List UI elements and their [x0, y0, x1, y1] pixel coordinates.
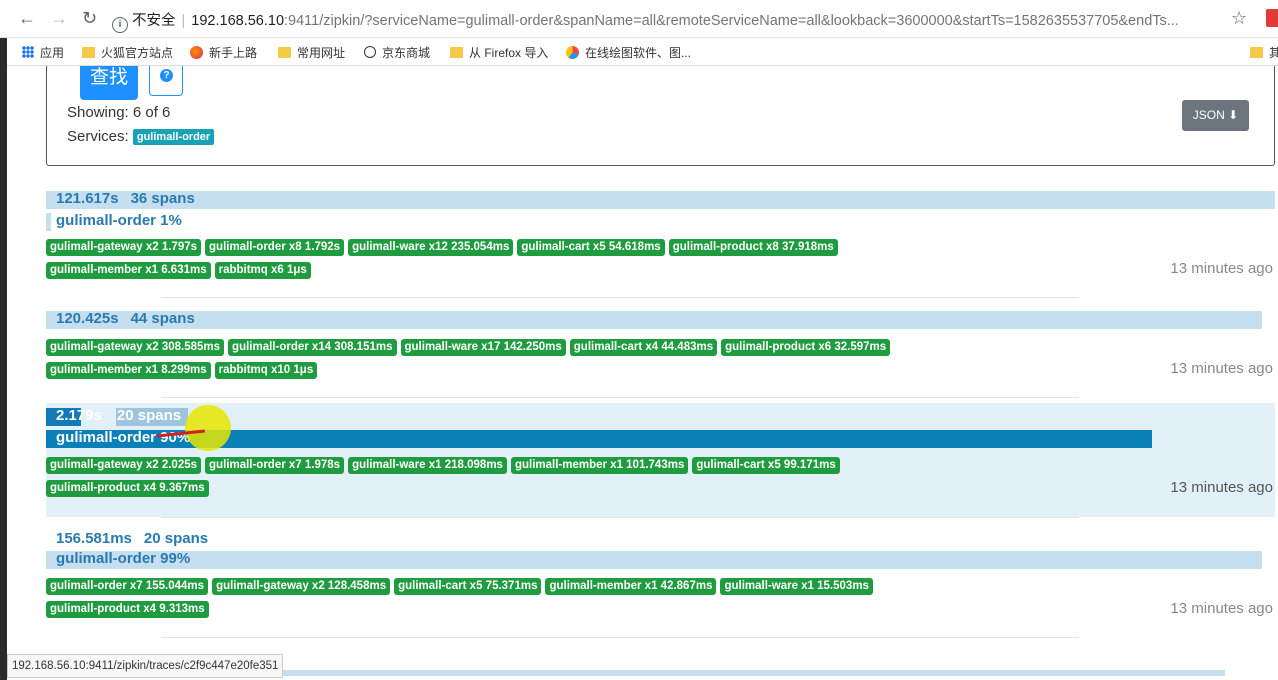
trace-header: 120.425s 44 spans — [56, 310, 195, 327]
span-badge: gulimall-product x4 9.313ms — [46, 601, 209, 618]
question-icon: ? — [160, 69, 173, 82]
span-badge: gulimall-member x1 6.631ms — [46, 262, 211, 279]
span-badge: gulimall-ware x1 218.098ms — [348, 457, 507, 474]
trace-header: 121.617s 36 spans — [56, 190, 195, 207]
folder-icon — [82, 47, 95, 58]
bookmark-other[interactable]: 其 — [1250, 44, 1278, 61]
divider — [161, 517, 1079, 518]
span-badge: rabbitmq x6 1μs — [214, 262, 311, 279]
span-badges-row: gulimall-member x1 6.631ms rabbitmq x6 1μ… — [46, 262, 315, 279]
span-badge: gulimall-cart x5 75.371ms — [394, 578, 542, 595]
span-badge: gulimall-member x1 8.299ms — [46, 362, 211, 379]
folder-icon — [278, 47, 291, 58]
reload-button[interactable]: ↻ — [82, 8, 97, 28]
trace-item-hovered[interactable]: 2.179s 20 spans gulimall-order 90% gulima… — [46, 403, 1275, 519]
address-bar[interactable]: i 不安全 | 192.168.56.10:9411/zipkin/?serviceN… — [112, 9, 1222, 33]
span-badge: gulimall-ware x12 235.054ms — [348, 239, 514, 256]
span-badge: gulimall-gateway x2 128.458ms — [212, 578, 391, 595]
span-badge: gulimall-cart x5 99.171ms — [692, 457, 840, 474]
trace-item[interactable]: 156.581ms 20 spans gulimall-order 99% gul… — [46, 530, 1275, 640]
span-badge: gulimall-order x14 308.151ms — [228, 339, 397, 356]
bookmark-firefox-site[interactable]: 火狐官方站点 — [82, 44, 173, 61]
span-badges-row: gulimall-product x4 9.313ms — [46, 601, 213, 618]
span-badge: gulimall-product x4 9.367ms — [46, 480, 209, 497]
bookmarks-bar: 应用 火狐官方站点 新手上路 常用网址 京东商城 从 Firefox 导入 在线… — [0, 38, 1278, 66]
span-badges-row: gulimall-gateway x2 2.025s gulimall-order… — [46, 457, 844, 474]
next-trace-bar — [240, 670, 1225, 676]
bookmark-jd[interactable]: 京东商城 — [364, 44, 430, 61]
divider — [161, 297, 1079, 298]
mouse-cursor-highlight — [185, 405, 231, 451]
trace-header: 2.179s 20 spans — [56, 407, 182, 424]
security-label: 不安全 — [132, 13, 176, 29]
trace-timestamp: 13 minutes ago — [1170, 260, 1273, 277]
forward-button[interactable]: → — [50, 8, 68, 28]
firefox-icon — [190, 46, 203, 59]
span-badge: rabbitmq x10 1μs — [214, 362, 318, 379]
span-badges-row: gulimall-member x1 8.299ms rabbitmq x10 1… — [46, 362, 321, 379]
trace-timestamp: 13 minutes ago — [1170, 360, 1273, 377]
span-badges-row: gulimall-product x4 9.367ms — [46, 480, 213, 497]
span-badge: gulimall-order x7 155.044ms — [46, 578, 209, 595]
trace-timestamp: 13 minutes ago — [1170, 479, 1273, 496]
back-button[interactable]: ← — [18, 8, 36, 28]
service-percentage: gulimall-order 99% — [56, 550, 191, 567]
span-badge: gulimall-member x1 101.743ms — [510, 457, 689, 474]
extension-icon[interactable] — [1266, 9, 1278, 27]
service-percentage: gulimall-order 90% — [56, 429, 191, 446]
service-bar — [46, 551, 1262, 569]
folder-icon — [1250, 47, 1263, 58]
trace-header: 156.581ms 20 spans — [56, 530, 209, 547]
span-badge: gulimall-ware x1 15.503ms — [720, 578, 873, 595]
span-badge: gulimall-gateway x2 2.025s — [46, 457, 202, 474]
duration-bar — [46, 191, 1275, 209]
showing-count: Showing: 6 of 6 — [67, 104, 171, 121]
drawing-app-icon — [566, 46, 579, 59]
span-badge: gulimall-gateway x2 308.585ms — [46, 339, 225, 356]
info-icon[interactable]: i — [112, 17, 128, 33]
divider — [161, 637, 1079, 638]
trace-timestamp: 13 minutes ago — [1170, 600, 1273, 617]
search-button[interactable]: 查找 — [80, 66, 138, 100]
left-window-edge — [0, 38, 7, 680]
url-host: 192.168.56.10 — [191, 13, 285, 29]
span-badges-row: gulimall-gateway x2 1.797s gulimall-order… — [46, 239, 842, 256]
service-bar — [46, 213, 51, 231]
help-button[interactable]: ? — [149, 66, 183, 96]
span-badge: gulimall-cart x4 44.483ms — [569, 339, 718, 356]
globe-icon — [364, 46, 376, 58]
apps-grid-icon — [22, 46, 34, 58]
span-badges-row: gulimall-gateway x2 308.585ms gulimall-or… — [46, 339, 894, 356]
service-badge[interactable]: gulimall-order — [132, 129, 215, 145]
folder-icon — [450, 47, 463, 58]
bookmark-drawing[interactable]: 在线绘图软件、图... — [566, 44, 691, 61]
span-badge: gulimall-ware x17 142.250ms — [400, 339, 566, 356]
json-download-button[interactable]: JSON ⬇ — [1182, 100, 1249, 131]
span-badge: gulimall-member x1 42.867ms — [545, 578, 717, 595]
span-badge: gulimall-order x7 1.978s — [205, 457, 345, 474]
search-panel — [46, 66, 1275, 166]
bookmark-star-icon[interactable]: ☆ — [1231, 8, 1247, 29]
trace-item[interactable]: 121.617s 36 spans gulimall-order 1% gulim… — [46, 190, 1275, 300]
span-badge: gulimall-product x8 37.918ms — [668, 239, 838, 256]
span-badge: gulimall-gateway x2 1.797s — [46, 239, 202, 256]
browser-toolbar: ← → ↻ i 不安全 | 192.168.56.10:9411/zipkin/?se… — [0, 0, 1278, 38]
span-badge: gulimall-order x8 1.792s — [205, 239, 345, 256]
bookmark-getting-started[interactable]: 新手上路 — [190, 44, 257, 61]
bookmark-firefox-import[interactable]: 从 Firefox 导入 — [450, 44, 548, 61]
span-badge: gulimall-product x6 32.597ms — [721, 339, 891, 356]
services-filter: Services: gulimall-order — [67, 128, 215, 145]
bookmark-common-sites[interactable]: 常用网址 — [278, 44, 345, 61]
download-icon: ⬇ — [1228, 108, 1239, 122]
divider — [161, 397, 1079, 398]
url-path: :9411/zipkin/?serviceName=gulimall-order… — [284, 13, 1179, 29]
duration-bar — [46, 311, 1262, 329]
span-badges-row: gulimall-order x7 155.044ms gulimall-gate… — [46, 578, 877, 595]
span-badge: gulimall-cart x5 54.618ms — [517, 239, 665, 256]
zipkin-page: 查找 ? Showing: 6 of 6 Services: gulimall-… — [7, 66, 1278, 680]
bookmark-apps[interactable]: 应用 — [22, 44, 64, 61]
link-status-bar: 192.168.56.10:9411/zipkin/traces/c2f9c44… — [7, 654, 284, 678]
service-percentage: gulimall-order 1% — [56, 212, 182, 229]
